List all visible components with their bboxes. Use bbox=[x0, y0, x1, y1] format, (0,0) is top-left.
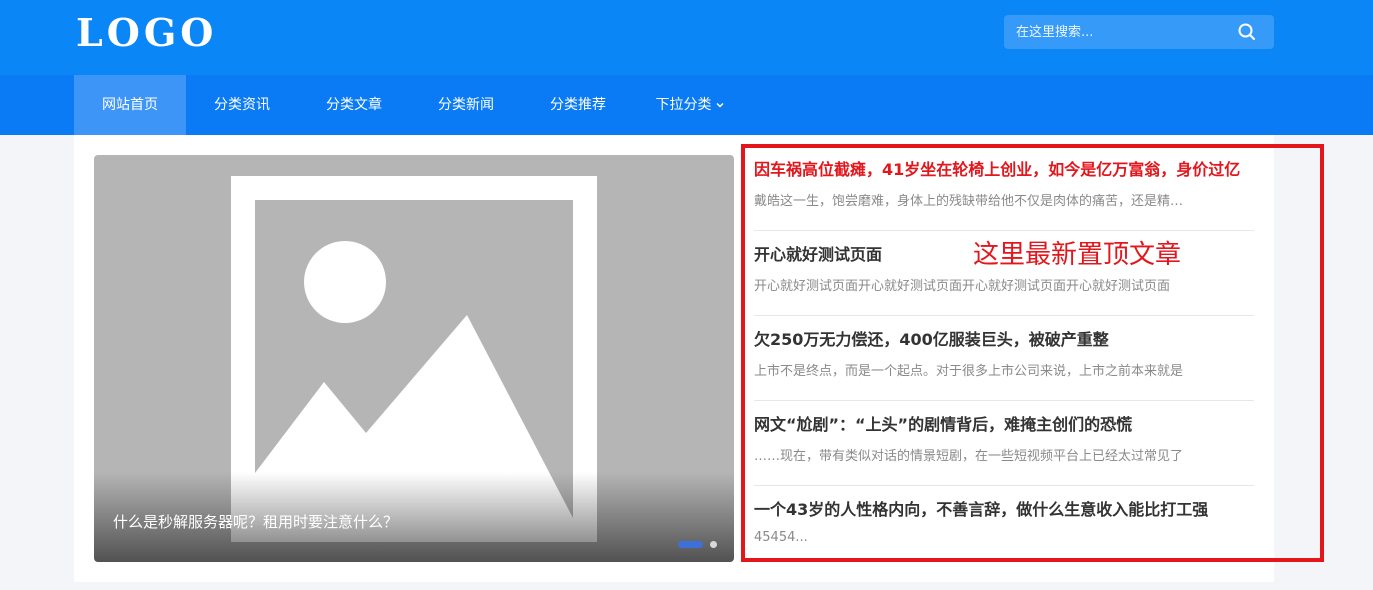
nav-item-category-info[interactable]: 分类资讯 bbox=[186, 75, 298, 135]
chevron-down-icon bbox=[715, 102, 724, 108]
search-button[interactable] bbox=[1230, 15, 1264, 49]
nav-item-label: 分类新闻 bbox=[438, 97, 494, 113]
news-excerpt: 戴皓这一生，饱尝磨难，身体上的残缺带给他不仅是肉体的痛苦，还是精神的折磨 bbox=[754, 194, 1194, 209]
nav-item-category-articles[interactable]: 分类文章 bbox=[298, 75, 410, 135]
nav-item-category-news[interactable]: 分类新闻 bbox=[410, 75, 522, 135]
search-icon bbox=[1238, 23, 1255, 40]
news-excerpt: 45454... bbox=[754, 530, 808, 545]
news-excerpt: ……现在，带有类似对话的情景短剧，在一些短视频平台上已经太过常见了 bbox=[754, 449, 1184, 464]
image-slider[interactable]: 什么是秒解服务器呢？租用时要注意什么？ bbox=[94, 155, 734, 562]
search-box bbox=[1004, 15, 1274, 49]
nav-item-label: 分类文章 bbox=[326, 97, 382, 113]
annotation-label: 这里最新置顶文章 bbox=[973, 240, 1182, 270]
list-item[interactable]: 因车祸高位截瘫，41岁坐在轮椅上创业，如今是亿万富翁，身价过亿 戴皓这一生，饱尝… bbox=[754, 146, 1254, 231]
list-item[interactable]: 欠250万无力偿还，400亿服装巨头，被破产重整 上市不是终点，而是一个起点。对… bbox=[754, 316, 1254, 401]
news-title[interactable]: 一个43岁的人性格内向，不善言辞，做什么生意收入能比打工强 bbox=[754, 496, 1244, 520]
site-logo[interactable]: LOGO bbox=[76, 13, 217, 53]
nav-item-dropdown[interactable]: 下拉分类 bbox=[634, 75, 746, 135]
nav-item-category-recommend[interactable]: 分类推荐 bbox=[522, 75, 634, 135]
search-input[interactable] bbox=[1004, 15, 1229, 49]
nav-item-label: 分类资讯 bbox=[214, 97, 270, 113]
news-excerpt: 开心就好测试页面开心就好测试页面开心就好测试页面开心就好测试页面 bbox=[754, 279, 1171, 294]
slide-caption[interactable]: 什么是秒解服务器呢？租用时要注意什么？ bbox=[113, 511, 398, 532]
nav-item-label: 分类推荐 bbox=[550, 97, 606, 113]
site-header: LOGO bbox=[0, 0, 1373, 75]
list-item[interactable]: 网文“尬剧”：“上头”的剧情背后，难掩主创们的恐慌 ……现在，带有类似对话的情景… bbox=[754, 401, 1254, 486]
nav-item-label: 网站首页 bbox=[102, 97, 158, 113]
slider-dot[interactable] bbox=[710, 541, 717, 548]
nav-item-home[interactable]: 网站首页 bbox=[74, 75, 186, 135]
main-nav: 网站首页 分类资讯 分类文章 分类新闻 分类推荐 下拉分类 bbox=[0, 75, 1373, 135]
news-excerpt: 上市不是终点，而是一个起点。对于很多上市公司来说，上市之前本来就是 bbox=[754, 364, 1184, 379]
news-title[interactable]: 因车祸高位截瘫，41岁坐在轮椅上创业，如今是亿万富翁，身价过亿 bbox=[754, 156, 1244, 180]
news-title[interactable]: 欠250万无力偿还，400亿服装巨头，被破产重整 bbox=[754, 326, 1244, 350]
slider-dot-active[interactable] bbox=[678, 541, 703, 548]
list-item[interactable]: 一个43岁的人性格内向，不善言辞，做什么生意收入能比打工强 45454... bbox=[754, 486, 1254, 571]
nav-item-label: 下拉分类 bbox=[655, 97, 712, 113]
news-title[interactable]: 网文“尬剧”：“上头”的剧情背后，难掩主创们的恐慌 bbox=[754, 411, 1244, 435]
